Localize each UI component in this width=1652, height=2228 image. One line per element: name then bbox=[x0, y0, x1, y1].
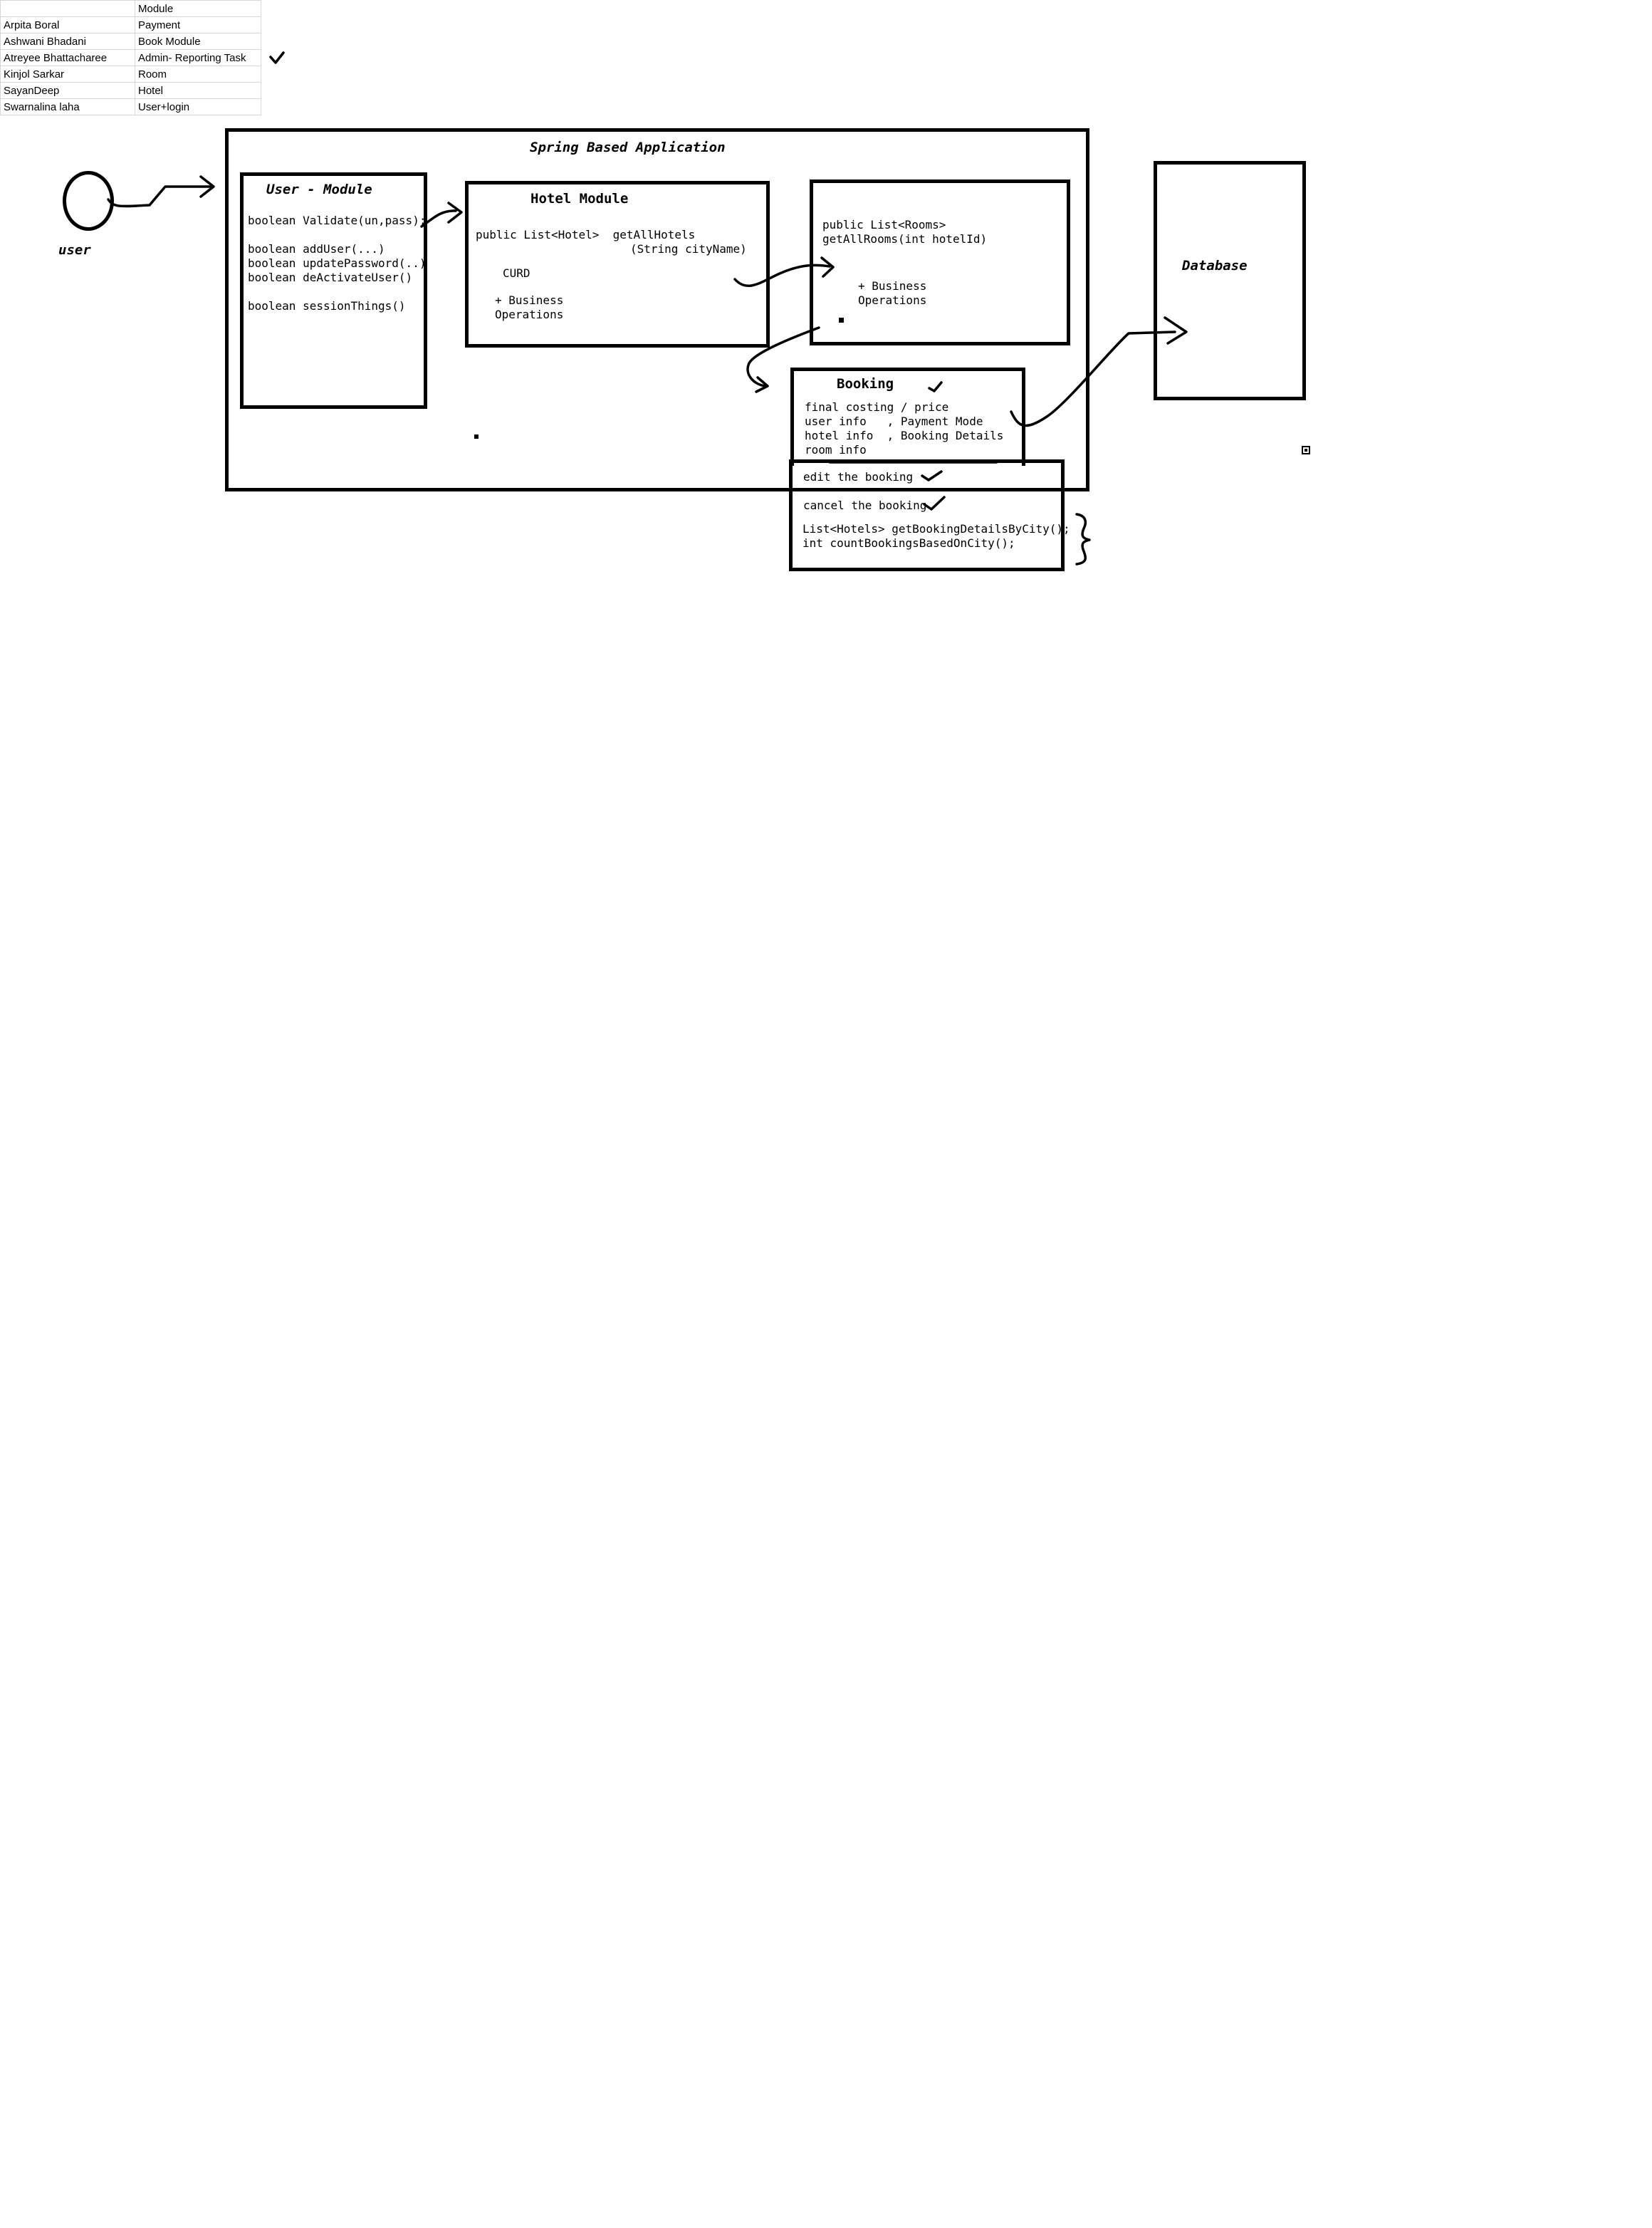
table-row: Arpita Boral Payment bbox=[0, 16, 261, 33]
method-line: final costing / price bbox=[805, 400, 949, 414]
module-cell: Book Module bbox=[135, 33, 261, 50]
member-name-cell: SayanDeep bbox=[0, 82, 135, 99]
booking-details: final costing / price user info , Payment… bbox=[805, 400, 1003, 457]
user-module-title: User - Module bbox=[266, 182, 372, 197]
stray-dot bbox=[839, 318, 844, 323]
member-name-cell: Arpita Boral bbox=[0, 16, 135, 33]
table-row: Kinjol Sarkar Room bbox=[0, 66, 261, 83]
method-line: hotel info , Booking Details bbox=[805, 429, 1004, 442]
room-method-signature: public List<Rooms> bbox=[822, 218, 946, 231]
module-cell: Payment bbox=[135, 16, 261, 33]
database-box bbox=[1154, 161, 1306, 400]
member-name-cell: Atreyee Bhattacharee bbox=[0, 49, 135, 66]
table-row: SayanDeep Hotel bbox=[0, 82, 261, 99]
arrowhead-actor-to-app bbox=[199, 175, 215, 198]
team-module-table-body: Module Arpita Boral Payment Ashwani Bhadani… bbox=[0, 0, 261, 115]
hotel-method-signature: public List<Hotel> getAllHotels bbox=[476, 228, 696, 241]
method-line bbox=[248, 285, 426, 299]
count-bookings-method: int countBookingsBasedOnCity(); bbox=[803, 536, 1015, 550]
module-cell: Hotel bbox=[135, 82, 261, 99]
method-line: boolean deActivateUser() bbox=[248, 271, 413, 284]
hotel-curd-label: CURD bbox=[503, 266, 530, 280]
module-cell: Admin- Reporting Task bbox=[135, 49, 261, 66]
team-module-table: Module Arpita Boral Payment Ashwani Bhadani… bbox=[0, 0, 261, 115]
hotel-business-label: + Business bbox=[495, 293, 564, 307]
member-name-cell: Swarnalina laha bbox=[0, 98, 135, 115]
hotel-operations-label: Operations bbox=[495, 308, 564, 321]
stray-dot bbox=[474, 434, 479, 439]
user-module-methods: boolean Validate(un,pass); boolean addUs… bbox=[248, 214, 426, 313]
method-line: user info , Payment Mode bbox=[805, 415, 983, 428]
application-title: Spring Based Application bbox=[530, 140, 726, 155]
room-method-name: getAllRooms(int hotelId) bbox=[822, 232, 988, 246]
table-row: Ashwani Bhadani Book Module bbox=[0, 33, 261, 50]
module-cell: Room bbox=[135, 66, 261, 83]
module-cell: User+login bbox=[135, 98, 261, 115]
actor-label: user bbox=[58, 242, 91, 258]
user-actor-circle bbox=[63, 171, 114, 231]
room-operations-label: Operations bbox=[858, 293, 927, 307]
room-business-label: + Business bbox=[858, 279, 927, 293]
method-line: room info bbox=[805, 443, 867, 457]
method-line: boolean addUser(...) bbox=[248, 242, 385, 256]
arrow-actor-to-app bbox=[107, 185, 214, 208]
table-header-row: Module bbox=[0, 0, 261, 17]
method-line: boolean updatePassword(..) bbox=[248, 256, 427, 270]
booking-title: Booking bbox=[837, 376, 894, 392]
module-cell: Module bbox=[135, 0, 261, 17]
hotel-method-parameter: (String cityName) bbox=[630, 242, 747, 256]
room-module-box bbox=[810, 179, 1070, 345]
method-line: boolean sessionThings() bbox=[248, 299, 406, 313]
method-line: boolean Validate(un,pass); bbox=[248, 214, 427, 227]
edit-booking-label: edit the booking bbox=[803, 470, 914, 484]
method-line bbox=[248, 228, 426, 242]
stray-square-marker bbox=[1302, 446, 1310, 454]
check-icon bbox=[269, 51, 285, 64]
member-name-cell: Ashwani Bhadani bbox=[0, 33, 135, 50]
curly-brace-icon bbox=[1075, 513, 1091, 566]
hotel-module-title: Hotel Module bbox=[530, 191, 629, 207]
member-name-cell: Kinjol Sarkar bbox=[0, 66, 135, 83]
table-row: Swarnalina laha User+login bbox=[0, 98, 261, 115]
cancel-booking-label: cancel the booking bbox=[803, 499, 927, 512]
booking-details-by-city-method: List<Hotels> getBookingDetailsByCity(); bbox=[803, 522, 1070, 536]
database-label: Database bbox=[1182, 258, 1248, 274]
table-row: Atreyee Bhattacharee Admin- Reporting Tas… bbox=[0, 49, 261, 66]
member-name-cell bbox=[0, 0, 135, 17]
